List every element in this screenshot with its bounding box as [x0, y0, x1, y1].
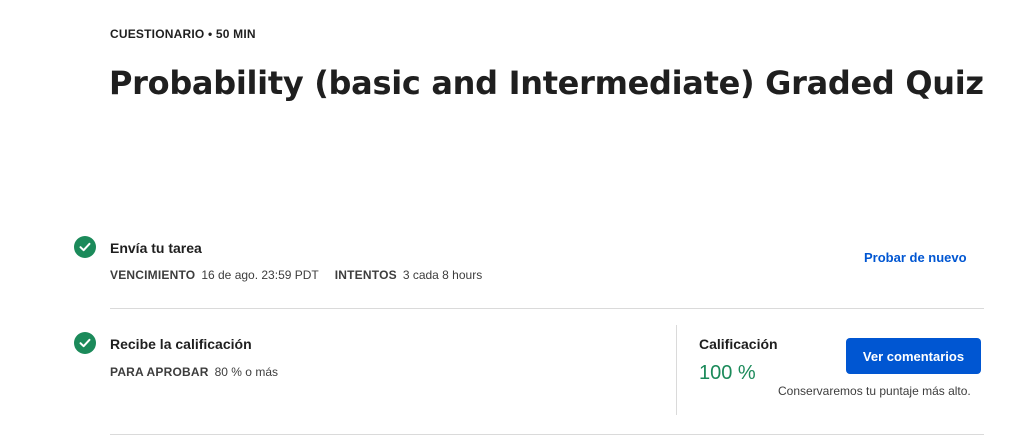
grade-value: 100 % — [699, 362, 756, 384]
check-circle-icon — [74, 236, 96, 258]
attempts-label: INTENTOS — [334, 268, 397, 282]
step-meta-submit: VENCIMIENTO 16 de ago. 23:59 PDT INTENTOS 3… — [110, 268, 498, 282]
grade-label: Calificación — [699, 336, 778, 352]
due-label: VENCIMIENTO — [110, 268, 196, 282]
pass-label: PARA APROBAR — [110, 365, 209, 379]
divider — [110, 434, 984, 435]
pass-value: 80 % o más — [214, 365, 278, 379]
check-circle-icon — [74, 332, 96, 354]
quiz-eyebrow: CUESTIONARIO • 50 MIN — [110, 27, 256, 41]
divider — [110, 308, 984, 309]
attempts-value: 3 cada 8 hours — [402, 268, 483, 282]
page-title: Probability (basic and Intermediate) Gra… — [109, 64, 984, 102]
step-title-grade: Recibe la calificación — [110, 336, 252, 352]
vertical-divider — [676, 325, 677, 415]
step-meta-grade: PARA APROBAR 80 % o más — [110, 365, 294, 379]
view-feedback-button[interactable]: Ver comentarios — [846, 338, 981, 374]
try-again-button[interactable]: Probar de nuevo — [864, 250, 967, 265]
highest-score-note: Conservaremos tu puntaje más alto. — [778, 384, 971, 398]
step-title-submit: Envía tu tarea — [110, 240, 202, 256]
due-value: 16 de ago. 23:59 PDT — [201, 268, 319, 282]
